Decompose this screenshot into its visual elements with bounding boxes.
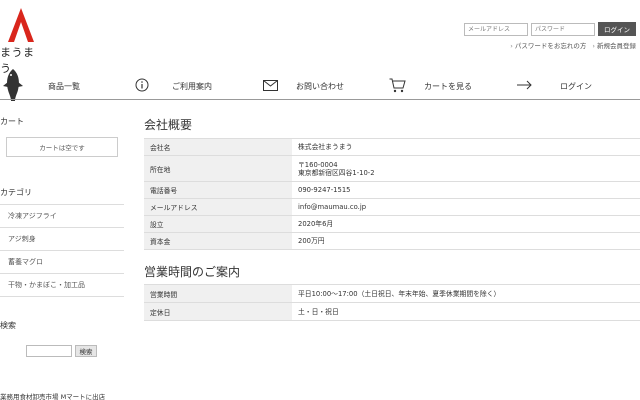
nav-cart[interactable]: カートを見る (424, 74, 472, 98)
value-line: 株式会社まうまう (298, 143, 353, 151)
search-heading: 検索 (0, 321, 16, 330)
cart-empty-box: カートは空です (6, 137, 118, 157)
forgot-password-link[interactable]: パスワードをお忘れの方 (510, 40, 587, 50)
cart-heading: カート (0, 117, 24, 126)
value-line: 土・日・祝日 (298, 307, 339, 316)
nav-label: 商品一覧 (48, 81, 80, 91)
email-field[interactable] (464, 22, 528, 36)
row-value: 2020年6月 (292, 216, 640, 232)
search-form: 検索 (26, 345, 97, 357)
category-list: 冷凍アジフライ アジ刺身 蓄養マグロ 干物・かまぼこ・加工品 (0, 204, 124, 297)
nav-guide[interactable]: ご利用案内 (172, 74, 212, 98)
nav-label: ご利用案内 (172, 81, 212, 91)
mail-icon (261, 77, 279, 93)
login-links: パスワードをお忘れの方 新規会員登録 (510, 40, 636, 50)
row-key: 資本金 (144, 233, 292, 249)
row-value: 090-9247-1515 (292, 182, 640, 198)
value-line: 200万円 (298, 237, 325, 245)
cart-icon (388, 77, 406, 93)
nav-label: お問い合わせ (296, 81, 344, 91)
row-key: 所在地 (144, 156, 292, 181)
nav-login[interactable]: ログイン (560, 74, 592, 98)
table-row: 所在地 〒160-0004 東京都新宿区四谷1-10-2 (144, 156, 640, 182)
table-row: 会社名 株式会社まうまう (144, 139, 640, 156)
register-link[interactable]: 新規会員登録 (592, 40, 636, 50)
value-line: 2020年6月 (298, 220, 334, 228)
mmart-link[interactable]: 業務用食材卸売市場 Mマートに出店 (0, 391, 105, 400)
category-heading: カテゴリ (0, 188, 32, 197)
main-nav: 商品一覧 ご利用案内 お問い合わせ カートを見る ログイン (0, 69, 640, 101)
password-field[interactable] (531, 22, 595, 36)
table-row: 営業時間 平日10:00～17:00（土日祝日、年末年始、夏季休業期間を除く） (144, 285, 640, 303)
value-line: info@maumau.co.jp (298, 203, 367, 211)
row-value: info@maumau.co.jp (292, 199, 640, 215)
value-line: 東京都新宿区四谷1-10-2 (298, 168, 375, 177)
value-line: 090-9247-1515 (298, 186, 351, 194)
company-table: 会社名 株式会社まうまう 所在地 〒160-0004 東京都新宿区四谷1-10-… (144, 138, 640, 250)
row-key: 営業時間 (144, 285, 292, 302)
row-key: 定休日 (144, 303, 292, 320)
row-key: 会社名 (144, 139, 292, 155)
row-value: 土・日・祝日 (292, 303, 640, 320)
fish-icon (3, 69, 23, 101)
category-item[interactable]: 干物・かまぼこ・加工品 (0, 274, 124, 297)
row-value: 〒160-0004 東京都新宿区四谷1-10-2 (292, 156, 640, 181)
search-button[interactable]: 検索 (75, 345, 97, 357)
site-logo[interactable]: まうまう (0, 8, 44, 76)
nav-contact[interactable]: お問い合わせ (296, 74, 344, 98)
search-input[interactable] (26, 345, 72, 357)
login-form: ログイン (464, 22, 636, 36)
nav-label: ログイン (560, 81, 592, 91)
table-row: 資本金 200万円 (144, 233, 640, 250)
hours-title: 営業時間のご案内 (144, 265, 241, 279)
table-row: 電話番号 090-9247-1515 (144, 182, 640, 199)
login-button[interactable]: ログイン (598, 22, 636, 36)
logo-a-mark-icon (8, 8, 34, 42)
row-value: 平日10:00～17:00（土日祝日、年末年始、夏季休業期間を除く） (292, 285, 640, 302)
row-key: 電話番号 (144, 182, 292, 198)
nav-products[interactable]: 商品一覧 (48, 74, 80, 98)
table-row: 定休日 土・日・祝日 (144, 303, 640, 321)
row-value: 株式会社まうまう (292, 139, 640, 155)
hours-table: 営業時間 平日10:00～17:00（土日祝日、年末年始、夏季休業期間を除く） … (144, 284, 640, 321)
value-line: 平日10:00～17:00（土日祝日、年末年始、夏季休業期間を除く） (298, 289, 501, 298)
info-icon (133, 77, 151, 93)
table-row: 設立 2020年6月 (144, 216, 640, 233)
nav-label: カートを見る (424, 81, 472, 91)
value-line: 〒160-0004 (298, 160, 338, 169)
category-item[interactable]: 冷凍アジフライ (0, 205, 124, 228)
category-item[interactable]: アジ刺身 (0, 228, 124, 251)
arrow-right-icon (516, 77, 534, 93)
table-row: メールアドレス info@maumau.co.jp (144, 199, 640, 216)
category-item[interactable]: 蓄養マグロ (0, 251, 124, 274)
row-key: 設立 (144, 216, 292, 232)
header-divider (0, 99, 640, 100)
row-value: 200万円 (292, 233, 640, 249)
company-title: 会社概要 (144, 118, 193, 132)
row-key: メールアドレス (144, 199, 292, 215)
